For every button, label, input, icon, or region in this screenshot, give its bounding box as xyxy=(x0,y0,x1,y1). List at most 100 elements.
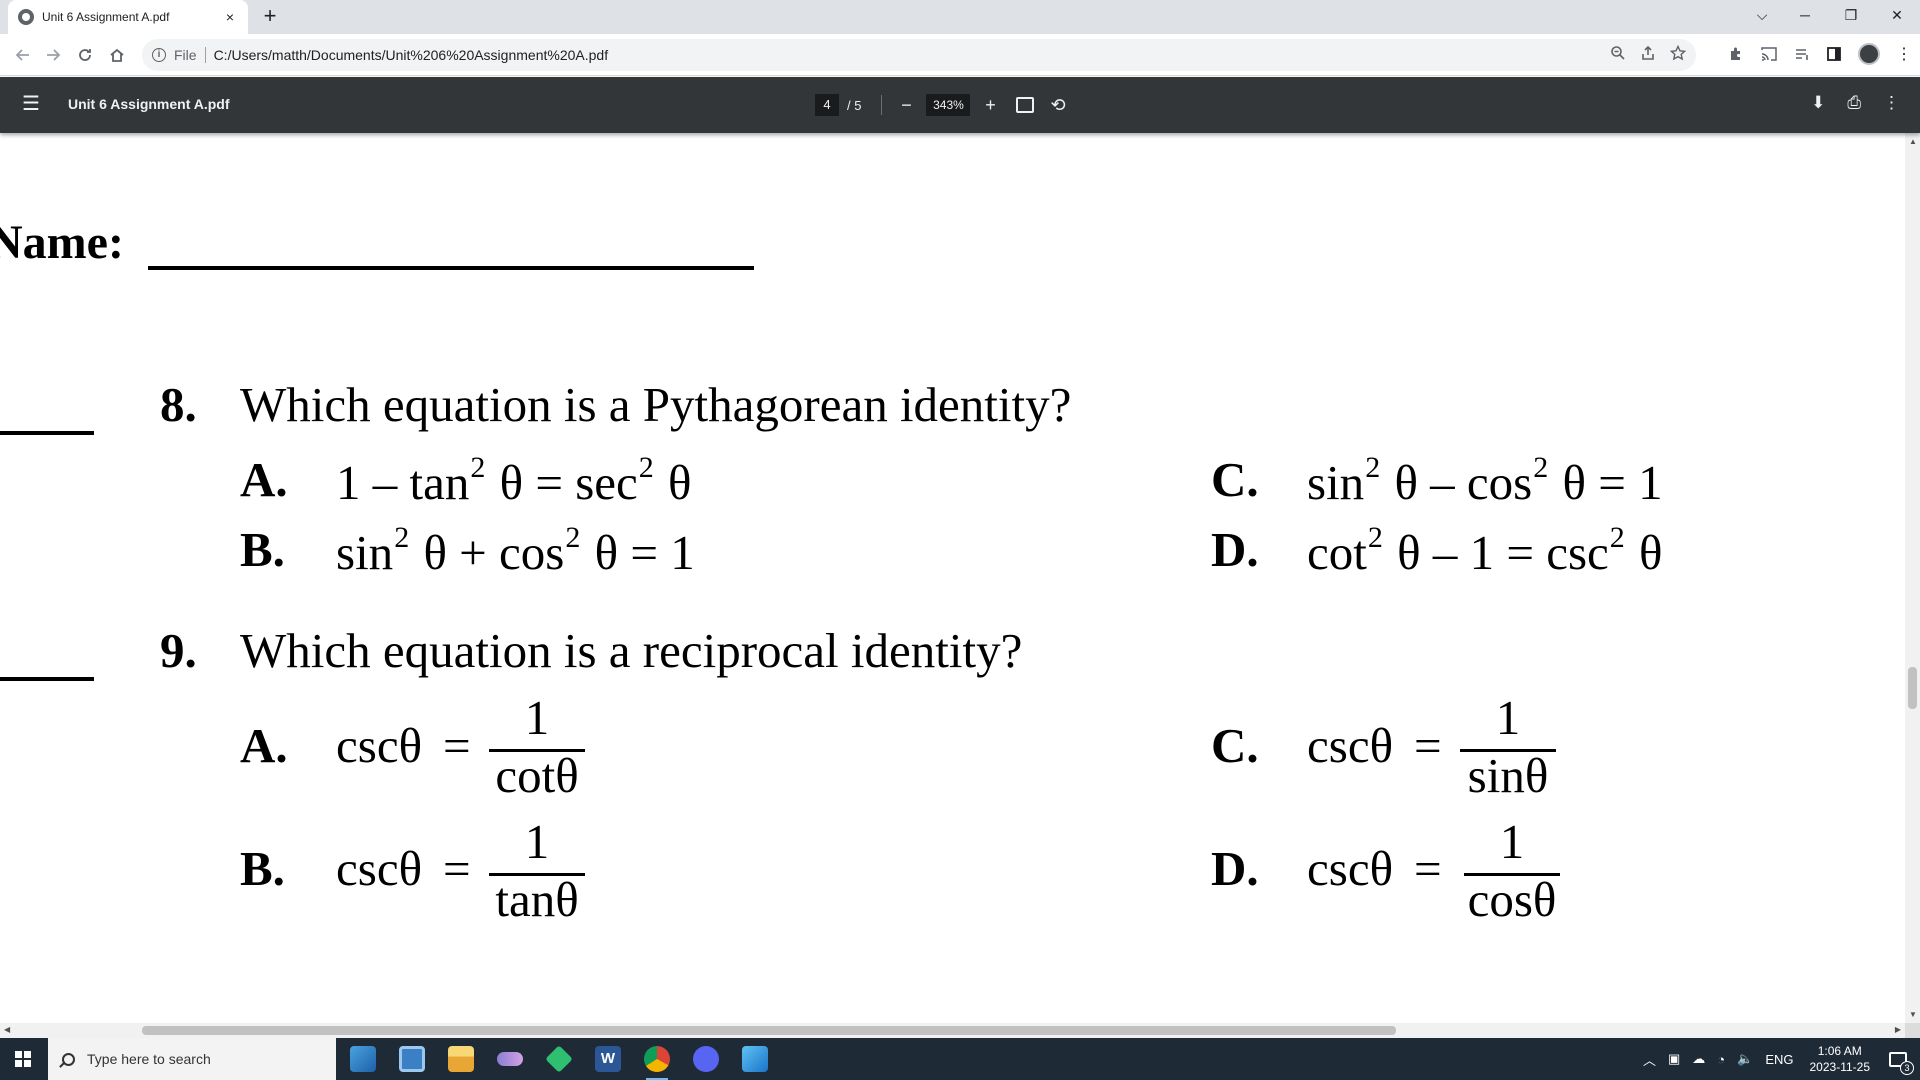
discord-icon[interactable] xyxy=(693,1046,719,1072)
zoom-in-button[interactable]: + xyxy=(980,95,1000,116)
expr-part: sin xyxy=(336,525,394,580)
browser-tab[interactable]: Unit 6 Assignment A.pdf × xyxy=(8,0,248,34)
equals-sign: = xyxy=(443,841,471,896)
url-separator xyxy=(204,47,206,63)
restore-button[interactable]: ❐ xyxy=(1828,0,1874,30)
option-expression: sin2 θ + cos2 θ = 1 xyxy=(336,521,695,581)
horizontal-scrollbar[interactable]: ◀ ▶ xyxy=(0,1023,1905,1038)
bookmark-star-icon[interactable] xyxy=(1670,45,1686,61)
paint-icon[interactable] xyxy=(742,1046,768,1072)
fit-page-icon[interactable] xyxy=(1016,97,1035,113)
expr-part: sin xyxy=(1307,455,1365,510)
meet-now-icon[interactable]: ▣ xyxy=(1668,1051,1680,1067)
option-letter: B. xyxy=(240,522,285,577)
option-letter: B. xyxy=(240,841,285,896)
start-button[interactable] xyxy=(0,1038,46,1080)
volume-icon[interactable]: 🔈 xyxy=(1737,1051,1753,1067)
extensions-puzzle-icon[interactable] xyxy=(1728,46,1744,62)
option-lhs: cscθ xyxy=(1307,841,1394,896)
expr-part: 1 – tan xyxy=(336,455,470,510)
vertical-scrollbar[interactable]: ▲ ▼ xyxy=(1905,133,1920,1023)
expr-part: θ – cos xyxy=(1382,455,1533,510)
info-icon[interactable]: i xyxy=(152,48,166,62)
desktop-app-icon[interactable] xyxy=(399,1046,425,1072)
tab-close-button[interactable]: × xyxy=(222,9,238,25)
option-lhs: cscθ xyxy=(336,841,423,896)
omnibox-actions xyxy=(1610,45,1686,61)
pen-app-icon[interactable] xyxy=(350,1046,376,1072)
reading-list-icon[interactable] xyxy=(1794,46,1810,62)
vertical-scroll-thumb[interactable] xyxy=(1908,667,1917,709)
print-icon[interactable]: ⎙ xyxy=(1847,93,1861,113)
equals-sign: = xyxy=(1414,841,1442,896)
tab-strip: Unit 6 Assignment A.pdf × + ⌵ ─ ❐ ✕ xyxy=(0,0,1920,34)
profile-avatar[interactable] xyxy=(1858,43,1880,65)
menu-hamburger-icon[interactable]: ☰ xyxy=(22,93,44,115)
forward-button[interactable] xyxy=(40,42,66,68)
cast-icon[interactable] xyxy=(1760,46,1778,62)
word-icon[interactable]: W xyxy=(595,1046,621,1072)
expr-part: cot xyxy=(1307,525,1367,580)
globe-icon xyxy=(18,9,34,25)
chrome-menu-icon[interactable]: ⋮ xyxy=(1896,44,1912,64)
new-tab-button[interactable]: + xyxy=(256,5,284,29)
pdf-title: Unit 6 Assignment A.pdf xyxy=(68,96,230,112)
scroll-up-arrow-icon[interactable]: ▲ xyxy=(1909,137,1917,146)
pdf-actions: ⬇ ⎙ ⋮ xyxy=(1811,93,1900,113)
clock-date: 2023-11-25 xyxy=(1809,1060,1871,1074)
zoom-level-input[interactable]: 343% xyxy=(926,94,971,116)
url-scheme: File xyxy=(174,47,197,63)
side-panel-icon[interactable] xyxy=(1826,46,1842,62)
forward-arrow-icon xyxy=(47,49,61,61)
download-icon[interactable]: ⬇ xyxy=(1811,93,1825,113)
taskbar: Type here to search W ︿ ▣ ☁ ◔ 🔈 ENG 1:06… xyxy=(0,1038,1920,1080)
network-wifi-icon[interactable]: ◔ xyxy=(1717,1052,1725,1067)
system-tray: ︿ ▣ ☁ ◔ 🔈 ENG 1:06 AM 2023-11-25 3 xyxy=(1637,1038,1920,1080)
home-icon xyxy=(110,48,124,62)
tray-overflow-chevron-icon[interactable]: ︿ xyxy=(1643,1050,1656,1069)
question-number: 8. xyxy=(160,377,197,432)
address-bar[interactable]: i File C:/Users/matth/Documents/Unit%206… xyxy=(142,39,1696,71)
expr-part: θ – 1 = csc xyxy=(1384,525,1609,580)
home-button[interactable] xyxy=(104,42,130,68)
scroll-left-arrow-icon[interactable]: ◀ xyxy=(4,1025,10,1034)
minimize-button[interactable]: ─ xyxy=(1782,0,1828,30)
game-launcher-icon[interactable] xyxy=(497,1052,523,1066)
url-text[interactable]: C:/Users/matth/Documents/Unit%206%20Assi… xyxy=(214,47,609,63)
scroll-down-arrow-icon[interactable]: ▼ xyxy=(1909,1010,1917,1019)
scroll-right-arrow-icon[interactable]: ▶ xyxy=(1895,1025,1901,1034)
language-indicator[interactable]: ENG xyxy=(1765,1052,1793,1067)
back-button[interactable] xyxy=(10,42,36,68)
fraction-denominator: cosθ xyxy=(1467,872,1557,927)
notification-count: 3 xyxy=(1900,1061,1914,1075)
chrome-icon[interactable] xyxy=(644,1046,670,1080)
exponent: 2 xyxy=(638,451,654,484)
search-placeholder: Type here to search xyxy=(87,1051,211,1067)
fraction-denominator: cotθ xyxy=(495,748,579,803)
exponent: 2 xyxy=(470,451,486,484)
share-icon[interactable] xyxy=(1640,45,1656,61)
option-expression: cot2 θ – 1 = csc2 θ xyxy=(1307,521,1663,581)
zoom-out-button[interactable]: − xyxy=(896,95,916,116)
onedrive-cloud-icon[interactable]: ☁ xyxy=(1692,1051,1705,1067)
clock-time: 1:06 AM xyxy=(1817,1044,1862,1058)
zoom-icon[interactable] xyxy=(1610,45,1626,61)
more-actions-icon[interactable]: ⋮ xyxy=(1883,93,1900,113)
search-icon xyxy=(62,1052,75,1066)
taskbar-search[interactable]: Type here to search xyxy=(48,1038,336,1080)
page-number-input[interactable]: 4 xyxy=(815,94,839,116)
option-letter: C. xyxy=(1211,718,1259,773)
reload-button[interactable] xyxy=(72,42,98,68)
rotate-icon[interactable]: ⟲ xyxy=(1050,95,1065,116)
expr-part: θ xyxy=(1626,525,1663,580)
file-explorer-icon[interactable] xyxy=(448,1046,474,1072)
horizontal-scroll-thumb[interactable] xyxy=(142,1026,1396,1035)
tab-search-button[interactable]: ⌵ xyxy=(1742,0,1782,30)
equals-sign: = xyxy=(443,718,471,773)
media-app-icon[interactable] xyxy=(545,1045,573,1073)
expr-part: θ = 1 xyxy=(582,525,695,580)
clock[interactable]: 1:06 AM 2023-11-25 xyxy=(1810,1043,1871,1075)
notification-center-button[interactable]: 3 xyxy=(1884,1045,1914,1075)
fraction-numerator: 1 xyxy=(1499,814,1525,869)
close-window-button[interactable]: ✕ xyxy=(1874,0,1920,30)
